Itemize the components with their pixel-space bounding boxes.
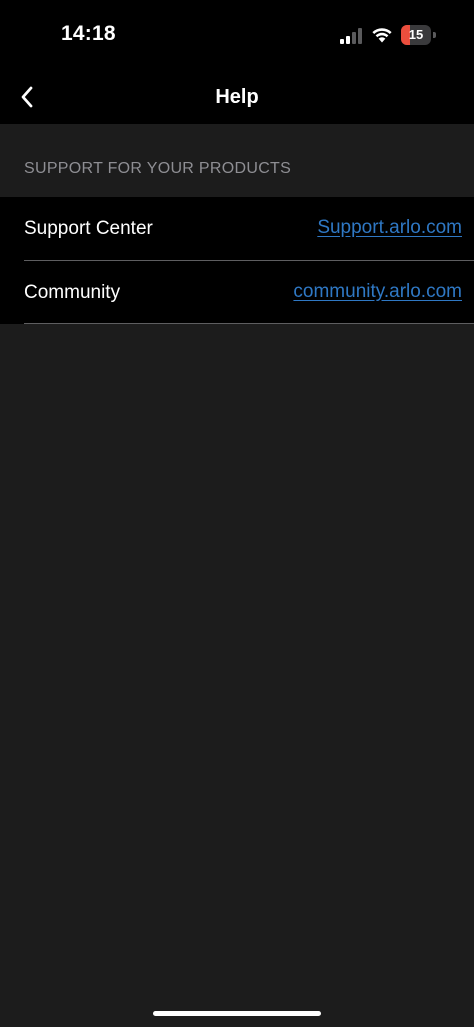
section-header: SUPPORT FOR YOUR PRODUCTS bbox=[0, 124, 474, 197]
battery-body: 15 bbox=[401, 25, 431, 45]
divider bbox=[24, 323, 474, 324]
support-center-link[interactable]: Support.arlo.com bbox=[317, 217, 462, 239]
battery-icon: 15 bbox=[401, 25, 436, 45]
wifi-icon bbox=[372, 28, 392, 43]
community-link[interactable]: community.arlo.com bbox=[293, 281, 462, 303]
home-indicator[interactable] bbox=[153, 1011, 321, 1016]
support-list: Support Center Support.arlo.com Communit… bbox=[0, 197, 474, 324]
page-title: Help bbox=[215, 86, 259, 108]
section-header-label: SUPPORT FOR YOUR PRODUCTS bbox=[24, 160, 292, 177]
battery-level: 15 bbox=[408, 27, 424, 42]
battery-cap bbox=[433, 32, 436, 38]
navigation-bar: Help bbox=[0, 70, 474, 124]
list-item-support-center: Support Center Support.arlo.com bbox=[0, 197, 474, 261]
chevron-left-icon bbox=[21, 86, 33, 108]
signal-icon bbox=[340, 28, 362, 44]
community-label: Community bbox=[24, 281, 121, 303]
status-bar: 14:18 15 bbox=[0, 0, 474, 70]
list-item-community: Community community.arlo.com bbox=[0, 261, 474, 324]
back-button[interactable] bbox=[10, 80, 44, 114]
support-center-label: Support Center bbox=[24, 218, 153, 239]
status-time: 14:18 bbox=[61, 22, 116, 45]
help-screen: 14:18 15 Help SUPPORT FOR YOUR PRODUCTS … bbox=[0, 0, 474, 1027]
